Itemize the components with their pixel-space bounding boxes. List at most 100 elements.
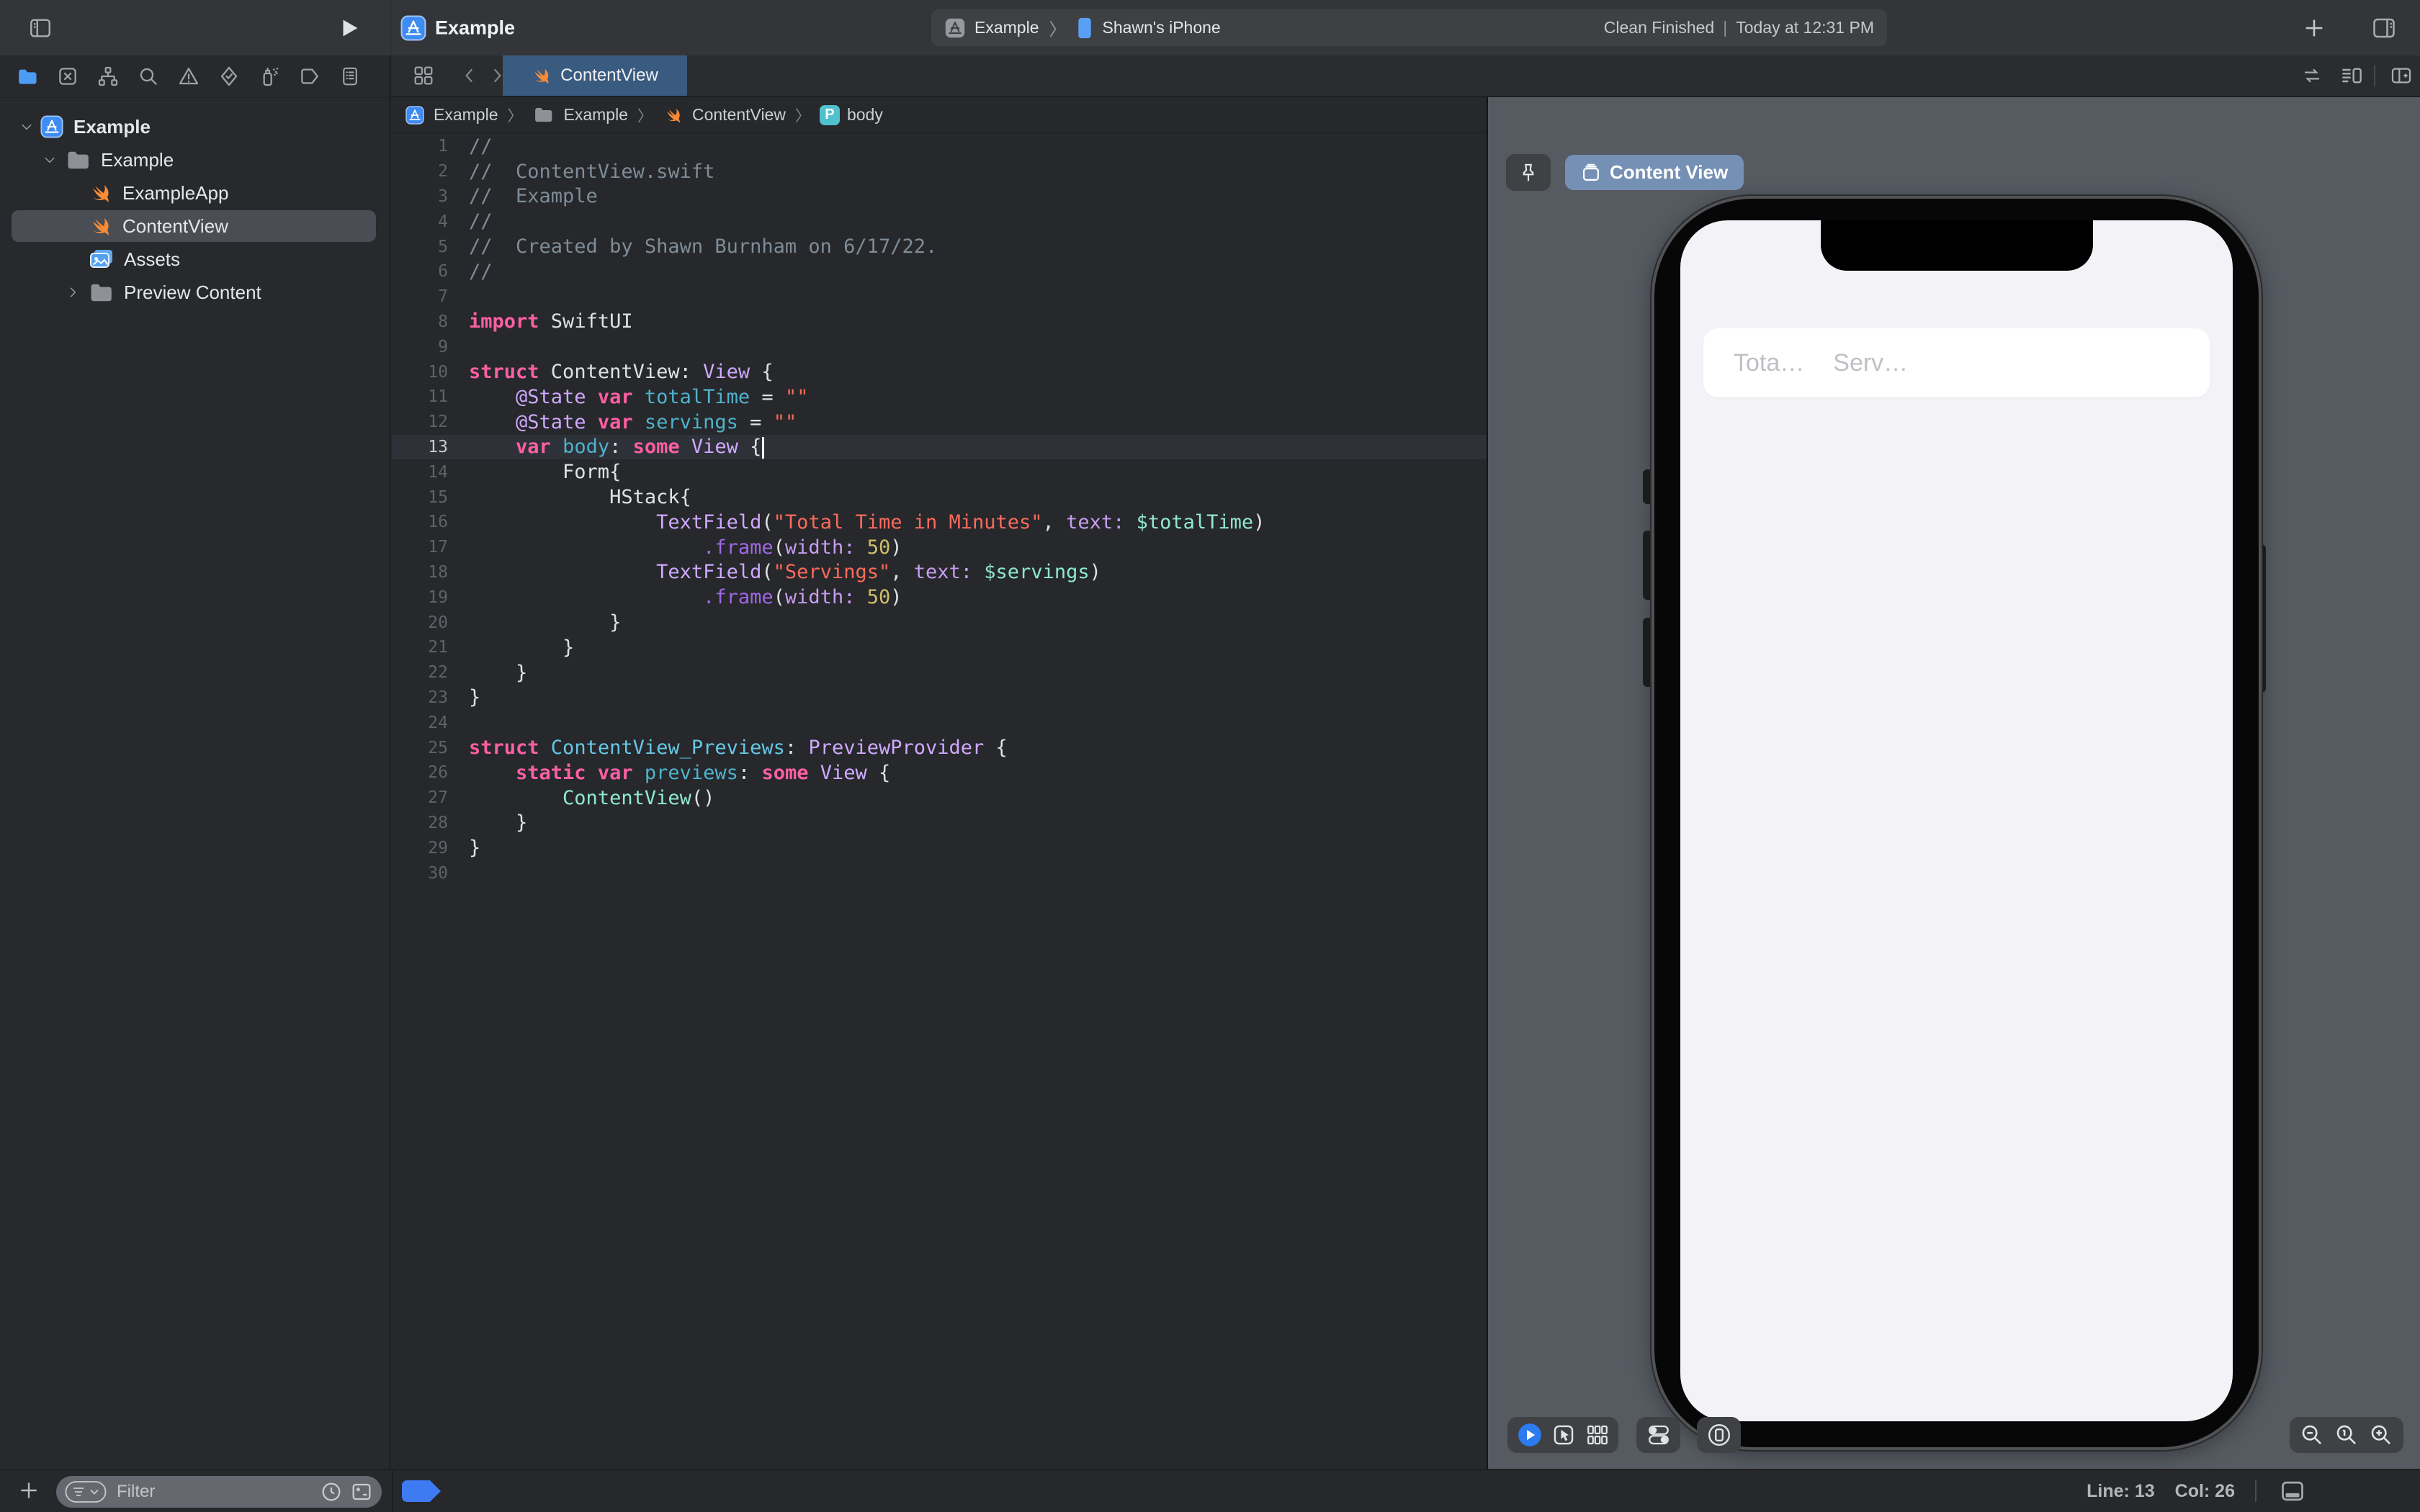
code-line-23[interactable]: 23} [392,685,1487,711]
find-navigator-icon[interactable] [137,65,160,88]
line-number[interactable]: 28 [392,814,448,832]
editor-options-icon[interactable] [2338,64,2365,87]
line-number[interactable]: 8 [392,312,448,331]
add-item-icon[interactable] [17,1479,40,1502]
line-number[interactable]: 14 [392,463,448,482]
inspector-toggle-icon[interactable] [2368,15,2400,41]
code-line-18[interactable]: 18 TextField("Servings", text: $servings… [392,560,1487,585]
totaltime-textfield-placeholder[interactable]: Tota… [1734,349,1804,377]
line-number[interactable]: 17 [392,538,448,557]
line-number[interactable]: 13 [392,438,448,456]
line-number[interactable]: 4 [392,212,448,231]
line-number[interactable]: 1 [392,137,448,156]
device-bezel-button[interactable] [1706,1422,1732,1448]
related-items-icon[interactable] [412,64,435,87]
line-number[interactable]: 29 [392,839,448,858]
code-line-13[interactable]: 13 var body: some View { [392,434,1487,460]
navigator-filter-field[interactable]: Filter [56,1476,382,1508]
line-number[interactable]: 22 [392,663,448,682]
line-number[interactable]: 27 [392,788,448,807]
iphone-screen[interactable]: Tota… Serv… [1680,220,2233,1421]
tests-navigator-icon[interactable] [218,65,241,88]
line-number[interactable]: 23 [392,688,448,707]
reports-navigator-icon[interactable] [339,65,361,88]
code-line-7[interactable]: 7 [392,284,1487,310]
breakpoint-indicator[interactable] [402,1480,441,1502]
code-line-17[interactable]: 17 .frame(width: 50) [392,535,1487,560]
line-number[interactable]: 26 [392,763,448,782]
line-number[interactable]: 9 [392,338,448,356]
pin-preview-button[interactable] [1506,154,1551,191]
activity-status[interactable]: Clean Finished | Today at 12:31 PM [1604,18,1874,37]
line-number[interactable]: 6 [392,262,448,281]
code-line-12[interactable]: 12 @State var servings = "" [392,410,1487,435]
code-line-1[interactable]: 1 // [392,134,1487,159]
breakpoints-navigator-icon[interactable] [298,65,321,88]
line-number[interactable]: 11 [392,387,448,406]
code-line-21[interactable]: 21 } [392,635,1487,660]
run-button[interactable] [337,16,362,40]
source-control-navigator-icon[interactable] [56,65,79,88]
disclosure-open-icon[interactable] [17,120,36,134]
line-number[interactable]: 7 [392,287,448,306]
code-line-8[interactable]: 8 import SwiftUI [392,310,1487,335]
code-line-29[interactable]: 29} [392,835,1487,860]
code-line-3[interactable]: 3 // Example [392,184,1487,210]
code-line-24[interactable]: 24 [392,710,1487,735]
line-number[interactable]: 30 [392,864,448,883]
code-line-5[interactable]: 5 // Created by Shawn Burnham on 6/17/22. [392,234,1487,259]
recents-clock-icon[interactable] [320,1480,343,1503]
line-number[interactable]: 2 [392,162,448,181]
source-editor[interactable]: 1 // 2 // ContentView.swift 3 // Example 4 // 5 /… [392,134,1487,1469]
code-line-26[interactable]: 26 static var previews: some View { [392,760,1487,786]
tab-contentview[interactable]: ContentView [503,55,687,96]
line-number[interactable]: 10 [392,363,448,382]
selectable-mode-button[interactable] [1551,1423,1576,1447]
line-number[interactable]: 21 [392,638,448,657]
line-number[interactable]: 5 [392,238,448,256]
servings-textfield-placeholder[interactable]: Serv… [1833,349,1908,377]
code-line-4[interactable]: 4 // [392,209,1487,234]
code-line-27[interactable]: 27 ContentView() [392,786,1487,811]
code-line-14[interactable]: 14 Form{ [392,459,1487,485]
line-number[interactable]: 12 [392,413,448,431]
sidebar-toggle-icon[interactable] [26,16,55,40]
zoom-in-button[interactable] [2369,1423,2393,1447]
tree-item-preview-content[interactable]: Preview Content [0,276,389,309]
back-chevron-icon[interactable] [460,65,479,86]
code-line-9[interactable]: 9 [392,334,1487,359]
variants-button[interactable] [1585,1423,1610,1447]
swap-editors-icon[interactable] [2299,65,2325,86]
code-line-11[interactable]: 11 @State var totalTime = "" [392,384,1487,410]
issues-navigator-icon[interactable] [177,65,200,88]
symbols-navigator-icon[interactable] [97,65,120,88]
add-editor-icon[interactable] [2388,64,2414,87]
line-number[interactable]: 25 [392,739,448,757]
tree-item-example[interactable]: Example [0,143,389,176]
jumpbar-item-contentview[interactable]: ContentView [662,104,786,127]
line-number[interactable]: 18 [392,563,448,582]
scheme-selector[interactable]: Example 〉 Shawn's iPhone Clean Finished … [931,9,1887,46]
code-line-28[interactable]: 28 } [392,811,1487,836]
line-number[interactable]: 20 [392,613,448,632]
library-add-icon[interactable] [2302,16,2326,40]
flatten-toggle-icon[interactable] [350,1480,373,1503]
zoom-actual-button[interactable] [2334,1423,2359,1447]
code-line-19[interactable]: 19 .frame(width: 50) [392,585,1487,610]
code-line-16[interactable]: 16 TextField("Total Time in Minutes", te… [392,510,1487,535]
code-line-15[interactable]: 15 HStack{ [392,485,1487,510]
code-line-10[interactable]: 10 struct ContentView: View { [392,359,1487,384]
line-number[interactable]: 16 [392,513,448,531]
line-number[interactable]: 3 [392,187,448,206]
jumpbar-item-example[interactable]: Example [403,104,498,127]
line-number[interactable]: 19 [392,588,448,607]
disclosure-closed-icon[interactable] [63,285,82,300]
code-line-20[interactable]: 20 } [392,610,1487,635]
hide-bottom-bar-icon[interactable] [2277,1477,2308,1505]
code-line-6[interactable]: 6 // [392,259,1487,284]
live-preview-button[interactable] [1516,1421,1543,1449]
preview-form-row[interactable]: Tota… Serv… [1703,328,2210,397]
tree-item-example[interactable]: Example [0,110,389,143]
jumpbar-item-body[interactable]: Pbody [819,104,883,125]
tree-item-exampleapp[interactable]: ExampleApp [0,176,389,210]
